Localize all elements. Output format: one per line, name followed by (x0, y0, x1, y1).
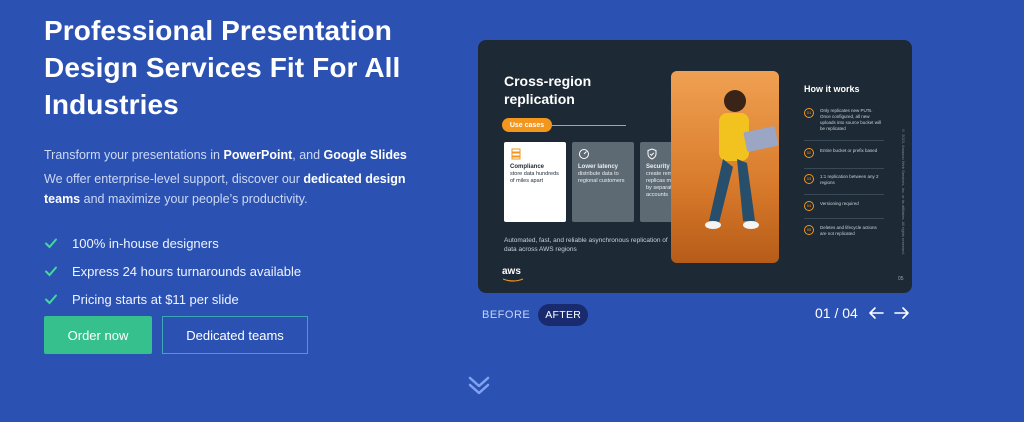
hero-subtitle: Transform your presentations in PowerPoi… (44, 148, 407, 162)
how-item: 01 Only replicates new PUTs. Once config… (804, 108, 884, 132)
how-it-works-title: How it works (804, 84, 860, 94)
hero-copy: Professional Presentation Design Service… (44, 12, 444, 313)
scroll-down-icon[interactable] (467, 374, 491, 398)
dedicated-teams-button[interactable]: Dedicated teams (162, 316, 308, 354)
title-line-1: Professional Presentation (44, 15, 392, 46)
slide-page-number: 05 (898, 276, 904, 282)
slide-preview[interactable]: Cross-region replication Use cases Compl… (478, 40, 912, 293)
cta-group: Order now Dedicated teams (44, 316, 308, 354)
title-line-2: Design Services Fit For All (44, 52, 401, 83)
slide-title: Cross-region replication (504, 73, 592, 107)
lower-latency-card: Lower latency distribute data to regiona… (572, 142, 634, 222)
page-title: Professional Presentation Design Service… (44, 12, 444, 123)
hero-section: Professional Presentation Design Service… (0, 0, 1024, 422)
check-icon (44, 236, 64, 250)
divider (804, 194, 884, 195)
benefit-item: Pricing starts at $11 per slide (44, 285, 444, 313)
divider (552, 125, 626, 126)
check-icon (44, 264, 64, 278)
how-item: 03 1:1 replication between any 2 regions (804, 174, 884, 186)
google-slides-text: Google Slides (323, 148, 407, 162)
database-icon (510, 148, 522, 160)
benefit-item: Express 24 hours turnarounds available (44, 257, 444, 285)
divider (804, 140, 884, 141)
aws-smile-icon (502, 278, 524, 282)
copyright-note: © 2023, Amazon Web Services, Inc. or its… (901, 128, 906, 255)
aws-logo: aws (502, 266, 521, 277)
before-after-toggle: BEFORE AFTER (482, 304, 589, 326)
benefit-item: 100% in-house designers (44, 229, 444, 257)
before-toggle[interactable]: BEFORE (482, 309, 530, 321)
how-item: 05 Deletes and lifecycle actions are not… (804, 225, 884, 237)
powerpoint-text: PowerPoint (223, 148, 293, 162)
slide-footer-text: Automated, fast, and reliable asynchrono… (504, 237, 668, 253)
how-item: 02 Entire bucket or prefix based (804, 148, 884, 158)
order-now-button[interactable]: Order now (44, 316, 152, 354)
gauge-icon (578, 148, 590, 160)
slide-counter: 01 / 04 (815, 305, 858, 321)
benefits-list: 100% in-house designers Express 24 hours… (44, 229, 444, 313)
compliance-card: Compliance store data hundreds of miles … (504, 142, 566, 222)
after-toggle[interactable]: AFTER (538, 304, 589, 326)
slide-pager: 01 / 04 (815, 305, 910, 321)
check-icon (44, 292, 64, 306)
woman-photo (671, 71, 779, 263)
hero-description: We offer enterprise-level support, disco… (44, 172, 406, 206)
how-item: 04 Versioning required (804, 201, 884, 211)
arrow-left-icon[interactable] (868, 305, 884, 321)
divider (804, 218, 884, 219)
divider (804, 168, 884, 169)
use-cases-pill: Use cases (502, 118, 552, 132)
shield-icon (646, 148, 658, 160)
title-line-3: Industries (44, 89, 179, 120)
arrow-right-icon[interactable] (894, 305, 910, 321)
